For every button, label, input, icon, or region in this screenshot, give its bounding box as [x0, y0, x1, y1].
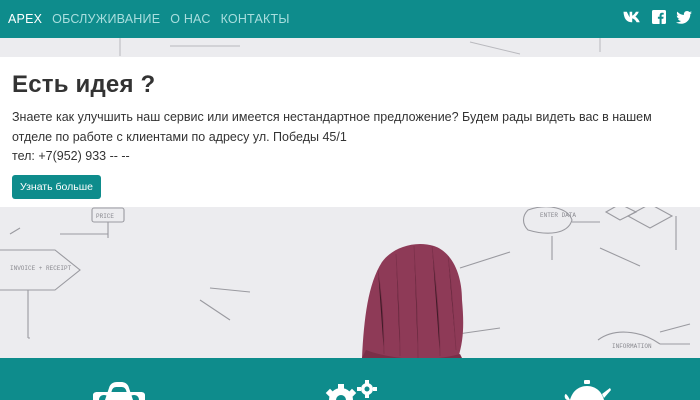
- nav-link-service[interactable]: ОБСЛУЖИВАНИЕ: [52, 12, 160, 26]
- jumbotron-description: Знаете как улучшить наш сервис или имеет…: [12, 110, 652, 144]
- top-navbar: APEX ОБСЛУЖИВАНИЕ О НАС КОНТАКТЫ: [0, 0, 700, 38]
- facebook-icon[interactable]: [652, 10, 666, 24]
- car-icon: [91, 380, 147, 400]
- brand-link[interactable]: APEX: [8, 12, 42, 26]
- teapot-icon: [564, 380, 612, 400]
- page-title: Есть идея ?: [12, 71, 156, 98]
- social-links: [623, 10, 692, 24]
- twitter-icon[interactable]: [676, 10, 692, 24]
- nav-link-contacts[interactable]: КОНТАКТЫ: [221, 12, 290, 26]
- vk-icon[interactable]: [623, 11, 642, 23]
- sketch-label-invoice: INVOICE + RECEIPT: [10, 265, 72, 272]
- gears-icon: [325, 380, 377, 400]
- idea-jumbotron: Есть идея ? Знаете как улучшить наш серв…: [0, 57, 700, 207]
- sketch-label-information: INFORMATION: [612, 343, 652, 350]
- nav-link-about[interactable]: О НАС: [170, 12, 210, 26]
- nav-links: APEX ОБСЛУЖИВАНИЕ О НАС КОНТАКТЫ: [8, 12, 290, 26]
- sketch-label-enter-data: ENTER DATA: [540, 212, 576, 219]
- contact-phone: тел: +7(952) 933 -- --: [12, 149, 130, 163]
- learn-more-button[interactable]: Узнать больше: [12, 175, 101, 199]
- features-band: [0, 358, 700, 400]
- sketch-label-price: PRICE: [96, 213, 114, 220]
